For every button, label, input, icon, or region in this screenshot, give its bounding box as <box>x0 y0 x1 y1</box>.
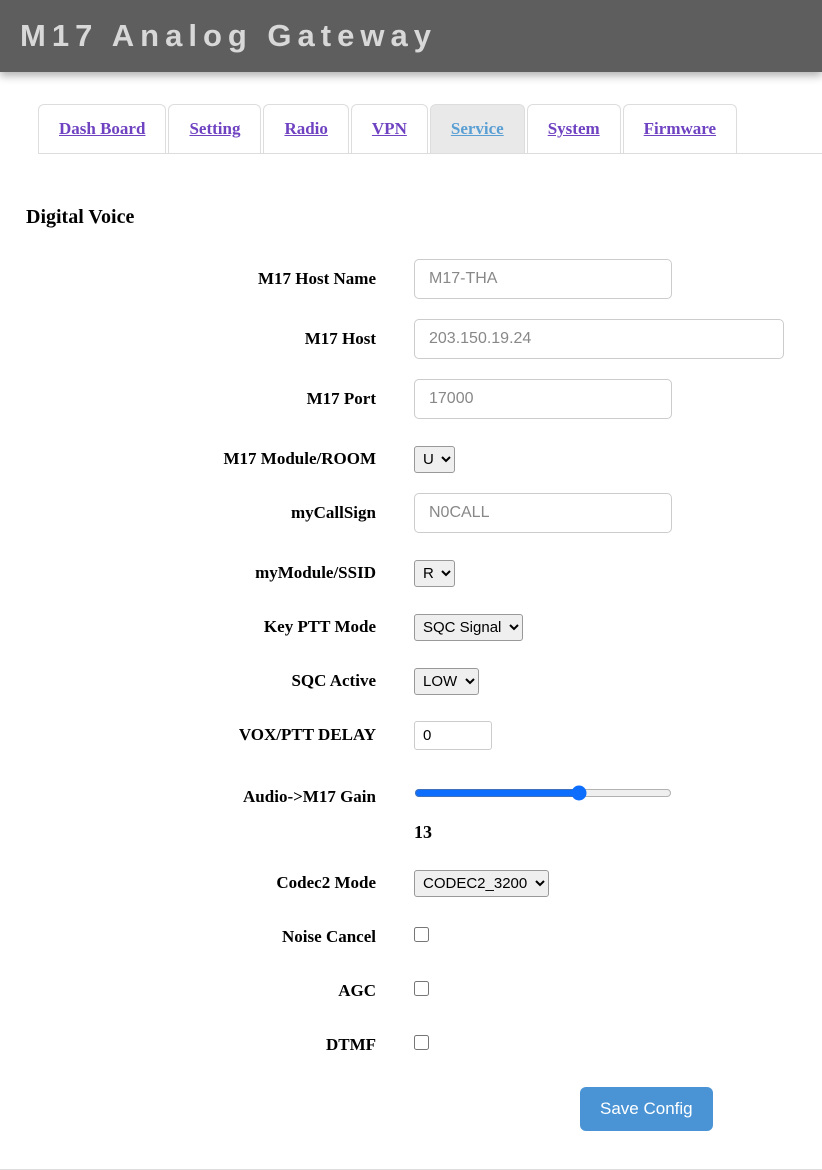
select-my-module[interactable]: R <box>414 560 455 587</box>
label-my-module: myModule/SSID <box>0 563 414 583</box>
tab-service[interactable]: Service <box>430 104 525 153</box>
label-dtmf: DTMF <box>0 1035 414 1055</box>
input-m17-host-name[interactable] <box>414 259 672 299</box>
slider-audio-gain[interactable] <box>414 785 672 801</box>
label-noise-cancel: Noise Cancel <box>0 927 414 947</box>
audio-gain-value: 13 <box>414 822 822 843</box>
app-title: M17 Analog Gateway <box>20 18 802 54</box>
checkbox-dtmf[interactable] <box>414 1035 429 1050</box>
tab-setting[interactable]: Setting <box>168 104 261 153</box>
input-m17-port[interactable] <box>414 379 672 419</box>
input-callsign[interactable] <box>414 493 672 533</box>
label-m17-port: M17 Port <box>0 389 414 409</box>
service-form: M17 Host Name M17 Host M17 Port M17 Modu… <box>0 259 822 1151</box>
tab-radio[interactable]: Radio <box>263 104 348 153</box>
checkbox-agc[interactable] <box>414 981 429 996</box>
checkbox-noise-cancel[interactable] <box>414 927 429 942</box>
label-ptt-mode: Key PTT Mode <box>0 617 414 637</box>
tab-divider <box>38 153 822 154</box>
label-m17-host-name: M17 Host Name <box>0 269 414 289</box>
label-vox-delay: VOX/PTT DELAY <box>0 725 414 745</box>
label-sqc-active: SQC Active <box>0 671 414 691</box>
label-agc: AGC <box>0 981 414 1001</box>
label-callsign: myCallSign <box>0 503 414 523</box>
label-m17-module: M17 Module/ROOM <box>0 449 414 469</box>
select-m17-module[interactable]: U <box>414 446 455 473</box>
app-header: M17 Analog Gateway <box>0 0 822 72</box>
label-m17-host: M17 Host <box>0 329 414 349</box>
save-button[interactable]: Save Config <box>580 1087 713 1131</box>
select-ptt-mode[interactable]: SQC Signal <box>414 614 523 641</box>
tab-firmware[interactable]: Firmware <box>623 104 737 153</box>
tab-bar: Dash Board Setting Radio VPN Service Sys… <box>38 104 822 153</box>
tab-vpn[interactable]: VPN <box>351 104 428 153</box>
select-codec2[interactable]: CODEC2_3200 <box>414 870 549 897</box>
select-sqc-active[interactable]: LOW <box>414 668 479 695</box>
label-audio-gain: Audio->M17 Gain <box>0 785 414 807</box>
tab-system[interactable]: System <box>527 104 621 153</box>
label-codec2: Codec2 Mode <box>0 873 414 893</box>
input-m17-host[interactable] <box>414 319 784 359</box>
input-vox-delay[interactable] <box>414 721 492 750</box>
tab-dashboard[interactable]: Dash Board <box>38 104 166 153</box>
section-title: Digital Voice <box>26 206 822 229</box>
